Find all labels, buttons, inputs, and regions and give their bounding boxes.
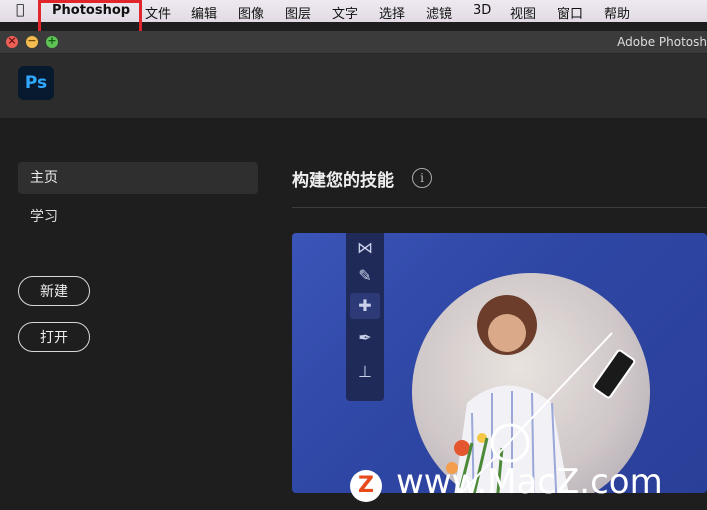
menu-help[interactable]: 帮助 bbox=[604, 3, 630, 22]
system-menu-bar:  Photoshop 文件 编辑 图像 图层 文字 选择 滤镜 3D 视图 窗… bbox=[0, 0, 707, 22]
maximize-window-button[interactable]: + bbox=[46, 34, 58, 48]
photo-illustration bbox=[446, 295, 636, 493]
maximize-icon: + bbox=[47, 34, 57, 47]
menu-window[interactable]: 窗口 bbox=[557, 3, 583, 22]
menu-select[interactable]: 选择 bbox=[379, 3, 405, 22]
frame-tool-icon: ⋈ bbox=[357, 238, 373, 257]
menu-layer[interactable]: 图层 bbox=[285, 3, 311, 22]
menu-view[interactable]: 视图 bbox=[510, 3, 536, 22]
window-title: Adobe Photosh bbox=[617, 35, 707, 49]
tool-strip-illustration: ⋈ ✎ ✚ ✒ ⊥ bbox=[346, 233, 384, 401]
menu-edit[interactable]: 编辑 bbox=[191, 3, 217, 22]
healing-brush-icon: ✚ bbox=[350, 293, 380, 319]
menu-type[interactable]: 文字 bbox=[332, 3, 358, 22]
watermark-text: www.MacZ.com bbox=[396, 462, 663, 502]
close-icon: × bbox=[7, 34, 17, 47]
open-button[interactable]: 打开 bbox=[18, 322, 90, 352]
menu-filter[interactable]: 滤镜 bbox=[426, 3, 452, 22]
menu-file[interactable]: 文件 bbox=[145, 3, 171, 22]
stamp-icon: ⊥ bbox=[358, 362, 372, 381]
apple-icon[interactable]:  bbox=[16, 2, 24, 18]
watermark-badge: Z bbox=[350, 470, 382, 502]
section-heading: 构建您的技能 bbox=[292, 171, 394, 191]
sidebar-item-learn[interactable]: 学习 bbox=[30, 206, 58, 226]
sidebar-item-home[interactable]: 主页 bbox=[18, 162, 258, 194]
banner-photo-circle bbox=[412, 273, 650, 493]
info-icon[interactable]: i bbox=[412, 168, 432, 188]
new-button[interactable]: 新建 bbox=[18, 276, 90, 306]
app-header: Ps bbox=[0, 54, 707, 118]
photoshop-logo: Ps bbox=[18, 66, 54, 100]
menu-3d[interactable]: 3D bbox=[473, 3, 491, 18]
menu-image[interactable]: 图像 bbox=[238, 3, 264, 22]
menu-app-name[interactable]: Photoshop bbox=[52, 3, 130, 18]
eyedropper-icon: ✎ bbox=[358, 266, 372, 285]
skills-banner[interactable]: ⋈ ✎ ✚ ✒ ⊥ bbox=[292, 233, 707, 493]
close-window-button[interactable]: × bbox=[6, 34, 18, 48]
brush-icon: ✒ bbox=[358, 328, 372, 347]
window-title-bar: × − + Adobe Photosh bbox=[0, 31, 707, 54]
minimize-window-button[interactable]: − bbox=[26, 34, 38, 48]
minimize-icon: − bbox=[27, 34, 37, 47]
home-screen: 主页 学习 新建 打开 构建您的技能 i ⋈ ✎ ✚ ✒ ⊥ bbox=[0, 118, 707, 510]
divider bbox=[292, 207, 707, 208]
